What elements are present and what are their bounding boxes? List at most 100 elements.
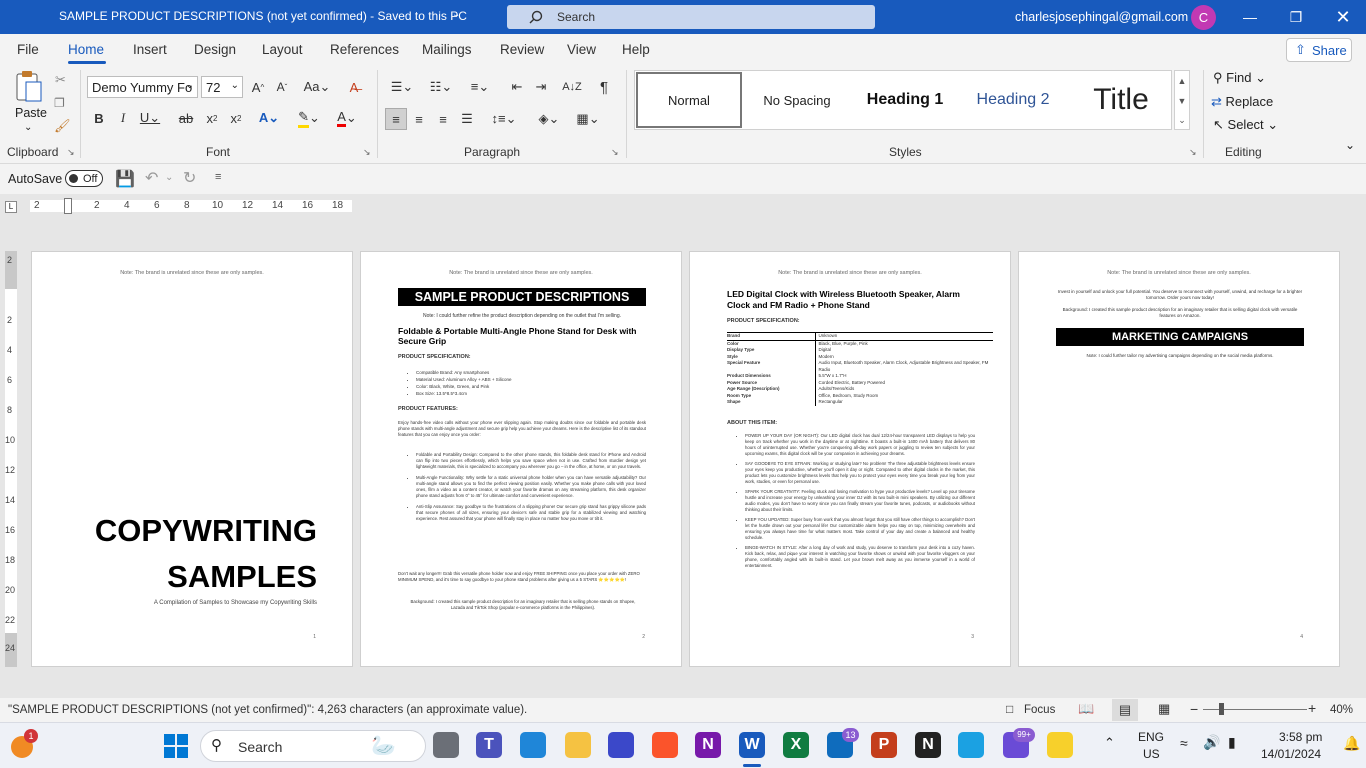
wifi-icon[interactable]: ≈: [1180, 735, 1188, 751]
vertical-ruler[interactable]: 2 2 4 6 8 10 12 14 16 18 20 22 24: [5, 251, 17, 667]
find-button[interactable]: ⚲ Find ⌄: [1213, 70, 1266, 86]
page-2[interactable]: Note: The brand is unrelated since these…: [360, 251, 682, 667]
cut-icon[interactable]: ✂: [55, 72, 66, 88]
tab-view[interactable]: View: [567, 42, 596, 57]
format-painter-icon[interactable]: 🖌: [54, 118, 71, 134]
minimize-icon[interactable]: —: [1227, 0, 1273, 34]
style-normal[interactable]: Normal: [636, 72, 742, 128]
styles-down-icon[interactable]: ▼: [1175, 91, 1189, 111]
collapse-ribbon-icon[interactable]: ⌄: [1345, 138, 1355, 152]
bold-icon[interactable]: B: [90, 108, 108, 128]
print-layout-icon[interactable]: ▤: [1112, 699, 1138, 721]
volume-icon[interactable]: 🔊: [1203, 734, 1220, 751]
undo-icon[interactable]: ↶: [145, 168, 158, 188]
notion-icon[interactable]: N: [915, 732, 941, 758]
tab-mailings[interactable]: Mailings: [422, 42, 472, 57]
sort-icon[interactable]: A↓Z: [561, 77, 583, 97]
tab-references[interactable]: References: [330, 42, 399, 57]
title-dropdown-icon[interactable]: ⌄: [452, 9, 460, 20]
undo-dropdown-icon[interactable]: ⌄: [165, 172, 173, 183]
avatar[interactable]: C: [1191, 5, 1216, 30]
align-right-icon[interactable]: ≡: [433, 108, 453, 130]
restore-icon[interactable]: ❐: [1273, 0, 1319, 34]
customize-qat-icon[interactable]: ≡: [215, 171, 221, 183]
horizontal-ruler[interactable]: 2 2 4 6 8 10 12 14 16 18: [30, 198, 352, 214]
styles-scroll[interactable]: ▲ ▼ ⌄: [1174, 70, 1190, 130]
language-secondary[interactable]: US: [1143, 747, 1160, 761]
page-4[interactable]: Note: The brand is unrelated since these…: [1018, 251, 1340, 667]
align-center-icon[interactable]: ≡: [409, 108, 429, 130]
font-name-box[interactable]: Demo Yummy Fo ⌄: [87, 76, 198, 98]
underline-icon[interactable]: U⌄: [138, 108, 162, 128]
shrink-font-icon[interactable]: Aˇ: [272, 77, 292, 97]
document-title[interactable]: SAMPLE PRODUCT DESCRIPTIONS (not yet con…: [59, 9, 467, 23]
battery-icon[interactable]: ▮: [1228, 734, 1236, 751]
close-icon[interactable]: ✕: [1320, 0, 1366, 34]
powerpoint-icon[interactable]: P: [871, 732, 897, 758]
font-launcher-icon[interactable]: ↘: [363, 147, 371, 158]
language-primary[interactable]: ENG: [1138, 730, 1164, 744]
focus-icon[interactable]: □: [1006, 702, 1013, 716]
excel-icon[interactable]: X: [783, 732, 809, 758]
styles-launcher-icon[interactable]: ↘: [1189, 147, 1197, 158]
file-explorer-icon[interactable]: [565, 732, 591, 758]
tab-help[interactable]: Help: [622, 42, 650, 57]
numbering-icon[interactable]: ☷⌄: [424, 77, 458, 97]
title-search-box[interactable]: Search: [507, 5, 875, 29]
focus-label[interactable]: Focus: [1024, 704, 1055, 716]
styles-up-icon[interactable]: ▲: [1175, 71, 1189, 91]
tab-layout[interactable]: Layout: [262, 42, 303, 57]
subscript-icon[interactable]: x2: [202, 108, 222, 128]
zoom-slider-thumb[interactable]: [1219, 703, 1224, 715]
copy-icon[interactable]: ❐: [54, 96, 65, 110]
page-3[interactable]: Note: The brand is unrelated since these…: [689, 251, 1011, 667]
windows-start-icon[interactable]: [164, 734, 188, 758]
multilevel-list-icon[interactable]: ≡⌄: [463, 77, 497, 97]
zoom-in-icon[interactable]: +: [1308, 700, 1316, 716]
font-color-icon[interactable]: A ⌄: [331, 108, 363, 128]
shading-icon[interactable]: ◈⌄: [533, 108, 565, 130]
line-spacing-icon[interactable]: ↕≡⌄: [488, 108, 520, 130]
paste-label[interactable]: Paste: [15, 106, 47, 120]
sticky-notes-icon[interactable]: [1047, 732, 1073, 758]
select-button[interactable]: ↖ Select ⌄: [1213, 117, 1278, 133]
onenote-icon[interactable]: N: [695, 732, 721, 758]
indent-marker[interactable]: [64, 198, 72, 214]
paste-dropdown-icon[interactable]: ⌄: [24, 122, 32, 133]
strikethrough-icon[interactable]: ab: [176, 108, 196, 128]
clock-date[interactable]: 14/01/2024: [1261, 747, 1321, 761]
autosave-toggle[interactable]: Off: [65, 170, 103, 187]
style-heading-2[interactable]: Heading 2: [959, 71, 1067, 129]
tab-review[interactable]: Review: [500, 42, 544, 57]
app-icon[interactable]: [958, 732, 984, 758]
text-effects-icon[interactable]: A⌄: [255, 108, 283, 128]
justify-icon[interactable]: ☰: [457, 108, 477, 130]
app-icon[interactable]: [608, 732, 634, 758]
share-button[interactable]: ⇧ Share: [1286, 38, 1352, 62]
paste-icon[interactable]: [14, 70, 44, 104]
italic-icon[interactable]: I: [114, 108, 132, 128]
store-icon[interactable]: [520, 732, 546, 758]
grow-font-icon[interactable]: A ^: [248, 77, 268, 97]
tab-selector-icon[interactable]: L: [5, 201, 17, 213]
clock-time[interactable]: 3:58 pm: [1279, 730, 1322, 744]
highlight-icon[interactable]: ✎ ⌄: [293, 108, 325, 128]
change-case-icon[interactable]: Aa⌄: [302, 77, 332, 97]
decrease-indent-icon[interactable]: ⇤: [507, 77, 527, 97]
read-mode-icon[interactable]: 📖: [1078, 701, 1094, 717]
notification-center-icon[interactable]: 🔔: [1343, 735, 1360, 752]
paragraph-launcher-icon[interactable]: ↘: [611, 147, 619, 158]
borders-icon[interactable]: ▦⌄: [571, 108, 605, 130]
styles-more-icon[interactable]: ⌄: [1175, 111, 1189, 129]
clear-formatting-icon[interactable]: A̶: [343, 77, 365, 97]
style-title[interactable]: Title: [1067, 71, 1175, 129]
page-1[interactable]: Note: The brand is unrelated since these…: [31, 251, 353, 667]
increase-indent-icon[interactable]: ⇥: [531, 77, 551, 97]
taskbar-search[interactable]: ⚲ Search 🦢: [200, 730, 426, 762]
account-email[interactable]: charlesjosephingal@gmail.com: [1015, 10, 1188, 24]
font-size-box[interactable]: 72 ⌄: [201, 76, 243, 98]
zoom-level[interactable]: 40%: [1330, 704, 1353, 716]
teams-icon[interactable]: T: [476, 732, 502, 758]
bullets-icon[interactable]: ☰⌄: [385, 77, 419, 97]
tab-insert[interactable]: Insert: [133, 42, 167, 57]
